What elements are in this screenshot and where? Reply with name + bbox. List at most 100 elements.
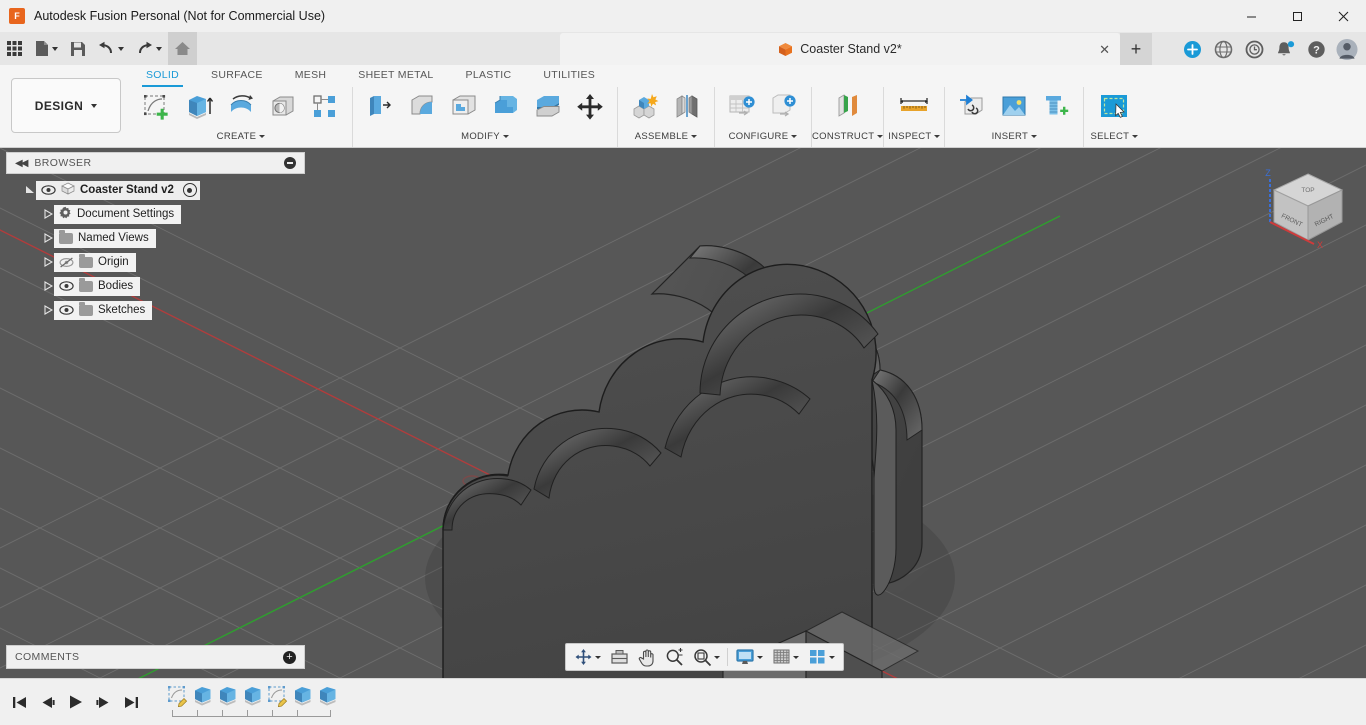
timeline-feature-extrude[interactable] xyxy=(191,684,215,708)
tab-plastic[interactable]: PLASTIC xyxy=(450,65,528,85)
panel-construct-label[interactable]: CONSTRUCT xyxy=(812,127,884,145)
tab-utilities[interactable]: UTILITIES xyxy=(527,65,611,85)
step-back-button[interactable] xyxy=(34,688,60,716)
new-tab-button[interactable]: + xyxy=(1120,33,1152,65)
document-tab-close-icon[interactable]: ✕ xyxy=(1099,42,1110,58)
orbit-icon[interactable] xyxy=(570,645,605,669)
extrude-icon[interactable] xyxy=(179,87,219,127)
create-sketch-icon[interactable] xyxy=(137,87,177,127)
shell-icon[interactable] xyxy=(444,87,484,127)
browser-minimize-icon[interactable] xyxy=(284,157,296,169)
go-to-end-button[interactable] xyxy=(118,688,144,716)
user-avatar[interactable] xyxy=(1336,38,1358,60)
chevron-down-icon[interactable] xyxy=(118,46,124,51)
offset-face-icon[interactable] xyxy=(528,87,568,127)
configuration-table-icon[interactable] xyxy=(722,87,762,127)
fillet-icon[interactable] xyxy=(402,87,442,127)
move-copy-icon[interactable] xyxy=(570,87,610,127)
panel-modify-label[interactable]: MODIFY xyxy=(461,127,509,145)
comments-panel[interactable]: COMMENTS + xyxy=(6,645,305,669)
save-icon[interactable] xyxy=(64,32,92,65)
tree-item-sketches[interactable]: Sketches xyxy=(6,300,305,320)
expand-arrow-icon[interactable] xyxy=(42,232,54,244)
visibility-eye-icon[interactable] xyxy=(41,184,56,196)
visibility-eye-icon[interactable] xyxy=(59,304,74,316)
expand-arrow-icon[interactable] xyxy=(24,184,36,196)
notifications-bell-icon[interactable] xyxy=(1274,38,1296,60)
tab-solid[interactable]: SOLID xyxy=(130,65,195,87)
visibility-eye-icon[interactable] xyxy=(59,280,74,292)
joint-icon[interactable] xyxy=(667,87,707,127)
chevron-down-icon[interactable] xyxy=(595,655,601,659)
insert-image-icon[interactable] xyxy=(994,87,1034,127)
panel-insert-label[interactable]: INSERT xyxy=(992,127,1038,145)
tree-item-bodies[interactable]: Bodies xyxy=(6,276,305,296)
panel-assemble-label[interactable]: ASSEMBLE xyxy=(635,127,698,145)
expand-arrow-icon[interactable] xyxy=(42,304,54,316)
chevron-down-icon[interactable] xyxy=(829,655,835,659)
zoom-icon[interactable] xyxy=(661,645,688,669)
revolve-icon[interactable] xyxy=(221,87,261,127)
panel-inspect-label[interactable]: INSPECT xyxy=(888,127,941,145)
chevron-down-icon[interactable] xyxy=(156,46,162,51)
browser-header[interactable]: ◀◀ BROWSER xyxy=(6,152,305,174)
panel-configure-label[interactable]: CONFIGURE xyxy=(729,127,798,145)
extension-add-icon[interactable] xyxy=(1181,38,1203,60)
timeline-feature-extrude[interactable] xyxy=(241,684,265,708)
mcmaster-carr-icon[interactable] xyxy=(1036,87,1076,127)
add-comment-button[interactable]: + xyxy=(283,650,296,664)
timeline-feature-extrude[interactable] xyxy=(316,684,340,708)
undo-icon[interactable] xyxy=(92,32,130,65)
globe-icon[interactable] xyxy=(1212,38,1234,60)
hole-icon[interactable] xyxy=(263,87,303,127)
grid-snaps-icon[interactable] xyxy=(768,645,803,669)
chevron-down-icon[interactable] xyxy=(52,46,58,51)
expand-arrow-icon[interactable] xyxy=(42,256,54,268)
viewports-icon[interactable] xyxy=(804,645,839,669)
display-settings-icon[interactable] xyxy=(731,645,767,669)
maximize-button[interactable] xyxy=(1274,0,1320,32)
zoom-fit-icon[interactable] xyxy=(689,645,724,669)
chevron-down-icon[interactable] xyxy=(793,655,799,659)
pan-icon[interactable] xyxy=(634,645,660,669)
job-status-clock-icon[interactable] xyxy=(1243,38,1265,60)
step-forward-button[interactable] xyxy=(90,688,116,716)
redo-icon[interactable] xyxy=(130,32,168,65)
help-icon[interactable]: ? xyxy=(1305,38,1327,60)
tree-item-coaster-stand-v2[interactable]: Coaster Stand v2 xyxy=(6,180,305,200)
pattern-icon[interactable] xyxy=(305,87,345,127)
home-icon[interactable] xyxy=(168,32,197,65)
timeline-feature-extrude[interactable] xyxy=(291,684,315,708)
panel-create-label[interactable]: CREATE xyxy=(217,127,266,145)
look-at-icon[interactable] xyxy=(606,645,633,669)
measure-icon[interactable] xyxy=(891,87,937,127)
tab-sheet-metal[interactable]: SHEET METAL xyxy=(342,65,449,85)
document-tab[interactable]: Coaster Stand v2* ✕ xyxy=(560,33,1120,65)
visibility-hidden-eye-icon[interactable] xyxy=(59,256,74,268)
derive-icon[interactable] xyxy=(952,87,992,127)
app-grid-icon[interactable] xyxy=(0,32,29,65)
timeline-feature-sketch[interactable] xyxy=(166,684,190,708)
view-cube[interactable]: TOP FRONT RIGHT Z X xyxy=(1258,156,1358,256)
tree-item-named-views[interactable]: Named Views xyxy=(6,228,305,248)
expand-arrow-icon[interactable] xyxy=(42,208,54,220)
close-button[interactable] xyxy=(1320,0,1366,32)
chevron-down-icon[interactable] xyxy=(714,655,720,659)
press-pull-icon[interactable] xyxy=(360,87,400,127)
play-button[interactable] xyxy=(62,688,88,716)
browser-collapse-icon[interactable]: ◀◀ xyxy=(15,158,28,169)
tab-mesh[interactable]: MESH xyxy=(279,65,343,85)
expand-arrow-icon[interactable] xyxy=(42,280,54,292)
combine-icon[interactable] xyxy=(486,87,526,127)
tab-surface[interactable]: SURFACE xyxy=(195,65,279,85)
timeline-feature-extrude[interactable] xyxy=(216,684,240,708)
minimize-button[interactable] xyxy=(1228,0,1274,32)
timeline-feature-sketch[interactable] xyxy=(266,684,290,708)
panel-select-label[interactable]: SELECT xyxy=(1090,127,1139,145)
new-file-icon[interactable] xyxy=(29,32,64,65)
configure-part-icon[interactable] xyxy=(764,87,804,127)
go-to-beginning-button[interactable] xyxy=(6,688,32,716)
window-select-icon[interactable] xyxy=(1091,87,1137,127)
offset-plane-icon[interactable] xyxy=(825,87,871,127)
activate-component-icon[interactable] xyxy=(182,183,197,197)
